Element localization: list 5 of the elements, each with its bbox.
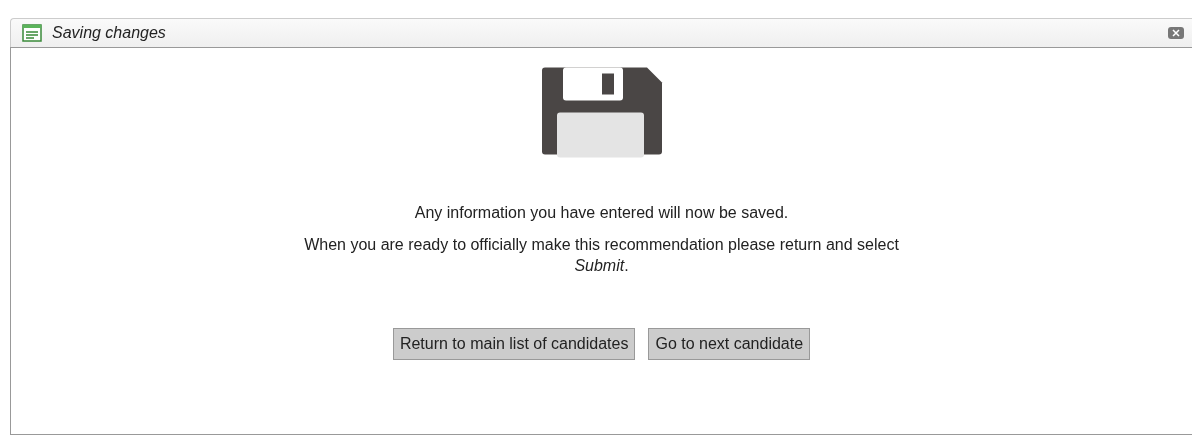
message-text: When you are ready to officially make this recommendation please return and select Submit. [303, 235, 900, 276]
message-text: Any information you have entered will now be saved. [413, 203, 790, 223]
window-title: Saving changes [52, 24, 167, 42]
dialog-button[interactable]: Go to next candidate [648, 328, 811, 360]
dialog-button[interactable]: Return to main list of candidates [392, 328, 636, 360]
